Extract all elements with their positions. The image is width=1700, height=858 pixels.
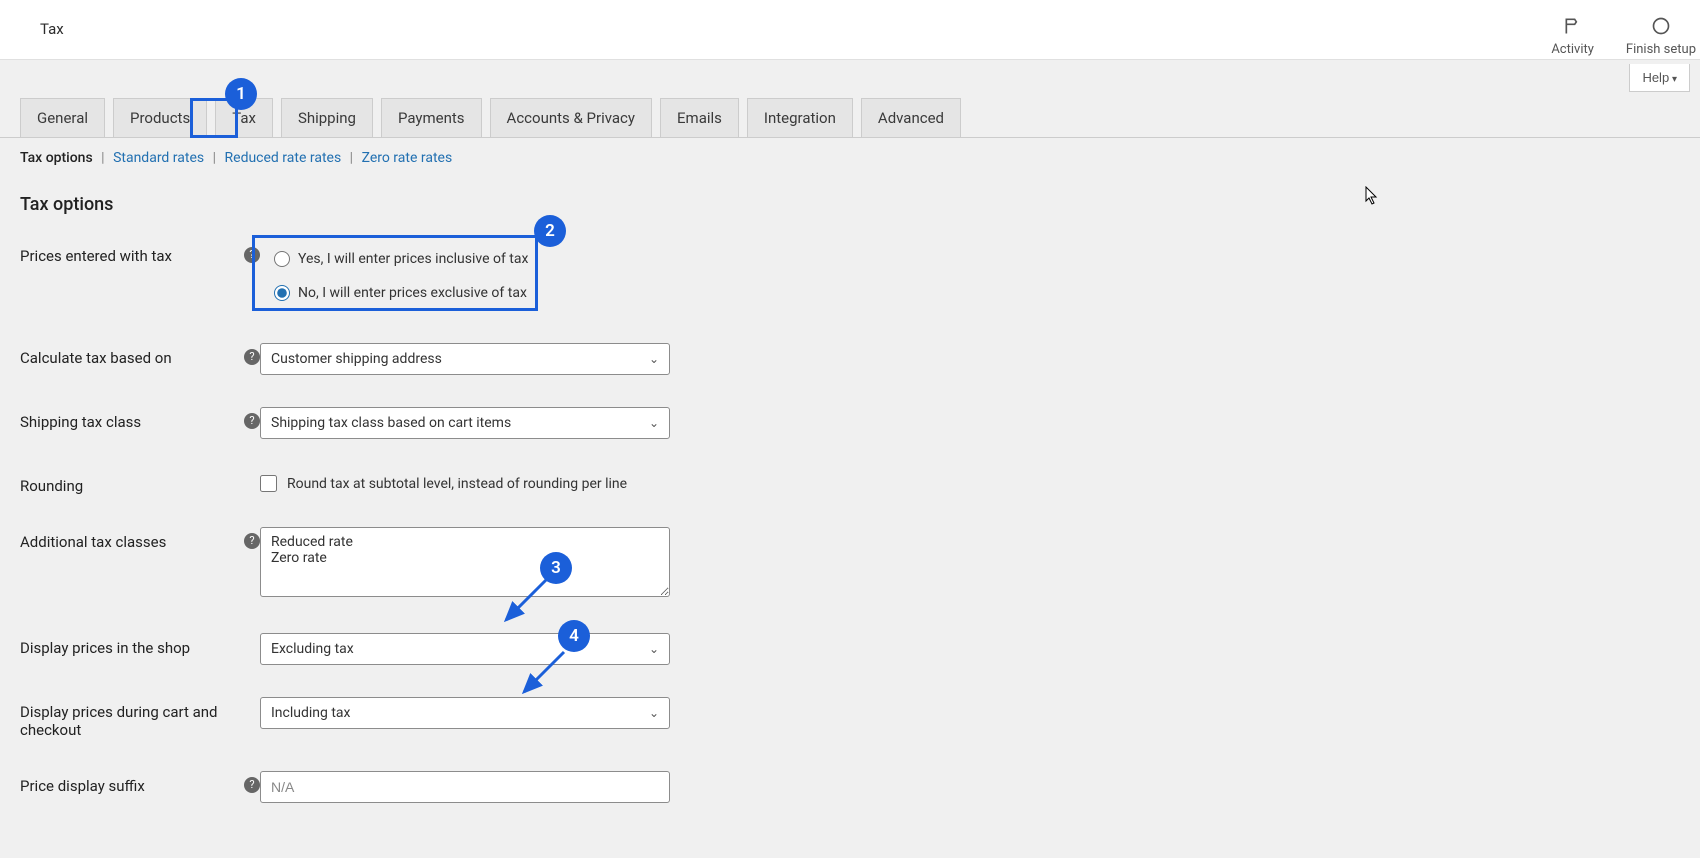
tab-products[interactable]: Products <box>113 98 207 137</box>
select-shipping-tax-class[interactable]: Shipping tax class based on cart items ⌄ <box>260 407 670 439</box>
tab-shipping[interactable]: Shipping <box>281 98 373 137</box>
help-icon[interactable]: ? <box>244 413 260 429</box>
select-display-cart[interactable]: Including tax ⌄ <box>260 697 670 729</box>
select-shipping-tax-class-value: Shipping tax class based on cart items <box>271 415 511 431</box>
select-display-shop[interactable]: Excluding tax ⌄ <box>260 633 670 665</box>
main-area: Help General Products Tax Shipping Payme… <box>0 60 1700 858</box>
radio-label-exclusive: No, I will enter prices exclusive of tax <box>298 285 527 301</box>
row-shipping-tax-class: Shipping tax class ? Shipping tax class … <box>20 407 1700 439</box>
annotation-badge-1: 1 <box>225 78 257 110</box>
tab-integration[interactable]: Integration <box>747 98 853 137</box>
chevron-down-icon: ⌄ <box>649 642 659 656</box>
annotation-badge-2: 2 <box>534 215 566 247</box>
label-additional-classes: Additional tax classes <box>20 533 166 551</box>
checkbox-label-rounding: Round tax at subtotal level, instead of … <box>287 476 627 492</box>
flag-icon <box>1563 16 1583 40</box>
subnav-sep: | <box>213 150 216 166</box>
radio-label-inclusive: Yes, I will enter prices inclusive of ta… <box>298 251 528 267</box>
label-prices-with-tax: Prices entered with tax <box>20 247 172 265</box>
row-display-cart: Display prices during cart and checkout … <box>20 697 1700 739</box>
chevron-down-icon: ⌄ <box>649 706 659 720</box>
activity-button[interactable]: Activity <box>1551 16 1594 57</box>
annotation-arrow-3 <box>498 576 558 626</box>
textarea-additional-classes[interactable] <box>260 527 670 597</box>
annotation-badge-3: 3 <box>540 552 572 584</box>
label-calc-tax: Calculate tax based on <box>20 349 172 367</box>
row-price-display-suffix: Price display suffix ? <box>20 771 1700 803</box>
radio-prices-exclusive[interactable]: No, I will enter prices exclusive of tax <box>274 285 528 301</box>
subnav-standard-rates[interactable]: Standard rates <box>113 150 204 166</box>
chevron-down-icon: ⌄ <box>649 416 659 430</box>
help-wrap: Help <box>1629 64 1690 92</box>
help-icon[interactable]: ? <box>244 777 260 793</box>
annotation-badge-4: 4 <box>558 620 590 652</box>
checkbox-input-rounding[interactable] <box>260 475 277 492</box>
label-suffix: Price display suffix <box>20 777 145 795</box>
label-shipping-tax-class: Shipping tax class <box>20 413 141 431</box>
radio-input-exclusive[interactable] <box>274 285 290 301</box>
row-display-shop: Display prices in the shop Excluding tax… <box>20 633 1700 665</box>
tab-payments[interactable]: Payments <box>381 98 482 137</box>
header-actions: Activity Finish setup <box>1551 16 1696 57</box>
finish-setup-button[interactable]: Finish setup <box>1626 16 1696 57</box>
tab-advanced[interactable]: Advanced <box>861 98 961 137</box>
input-price-suffix[interactable] <box>260 771 670 803</box>
subnav-sep: | <box>350 150 353 166</box>
select-display-shop-value: Excluding tax <box>271 641 354 657</box>
help-icon[interactable]: ? <box>244 247 260 263</box>
help-button[interactable]: Help <box>1629 64 1690 92</box>
radio-input-inclusive[interactable] <box>274 251 290 267</box>
circle-icon <box>1651 16 1671 40</box>
label-display-shop: Display prices in the shop <box>20 639 190 657</box>
subnav-sep: | <box>101 150 104 166</box>
section-heading: Tax options <box>0 166 1700 215</box>
row-prices-with-tax: Prices entered with tax ? Yes, I will en… <box>20 241 1700 311</box>
row-additional-tax-classes: Additional tax classes ? <box>20 527 1700 601</box>
tax-subnav: Tax options | Standard rates | Reduced r… <box>0 138 1700 166</box>
label-display-cart: Display prices during cart and checkout <box>20 703 260 739</box>
select-calc-tax[interactable]: Customer shipping address ⌄ <box>260 343 670 375</box>
checkbox-rounding[interactable]: Round tax at subtotal level, instead of … <box>260 471 627 492</box>
label-rounding: Rounding <box>20 477 83 495</box>
page-title: Tax <box>40 16 64 38</box>
subnav-reduced-rate-rates[interactable]: Reduced rate rates <box>225 150 342 166</box>
annotation-arrow-4 <box>516 648 576 698</box>
tab-emails[interactable]: Emails <box>660 98 739 137</box>
top-header: Tax Activity Finish setup <box>0 0 1700 60</box>
radio-prices-inclusive[interactable]: Yes, I will enter prices inclusive of ta… <box>274 251 528 267</box>
row-calc-tax: Calculate tax based on ? Customer shippi… <box>20 343 1700 375</box>
chevron-down-icon: ⌄ <box>649 352 659 366</box>
subnav-zero-rate-rates[interactable]: Zero rate rates <box>362 150 453 166</box>
tax-options-form: Prices entered with tax ? Yes, I will en… <box>20 241 1700 803</box>
activity-label: Activity <box>1551 42 1594 57</box>
help-icon[interactable]: ? <box>244 349 260 365</box>
tab-general[interactable]: General <box>20 98 105 137</box>
prices-with-tax-radio-group: Yes, I will enter prices inclusive of ta… <box>260 241 542 311</box>
tab-accounts-privacy[interactable]: Accounts & Privacy <box>490 98 652 137</box>
finish-setup-label: Finish setup <box>1626 42 1696 57</box>
subnav-tax-options[interactable]: Tax options <box>20 150 93 166</box>
help-icon[interactable]: ? <box>244 533 260 549</box>
cursor-icon <box>1365 186 1379 206</box>
row-rounding: Rounding Round tax at subtotal level, in… <box>20 471 1700 495</box>
select-calc-tax-value: Customer shipping address <box>271 351 442 367</box>
select-display-cart-value: Including tax <box>271 705 351 721</box>
